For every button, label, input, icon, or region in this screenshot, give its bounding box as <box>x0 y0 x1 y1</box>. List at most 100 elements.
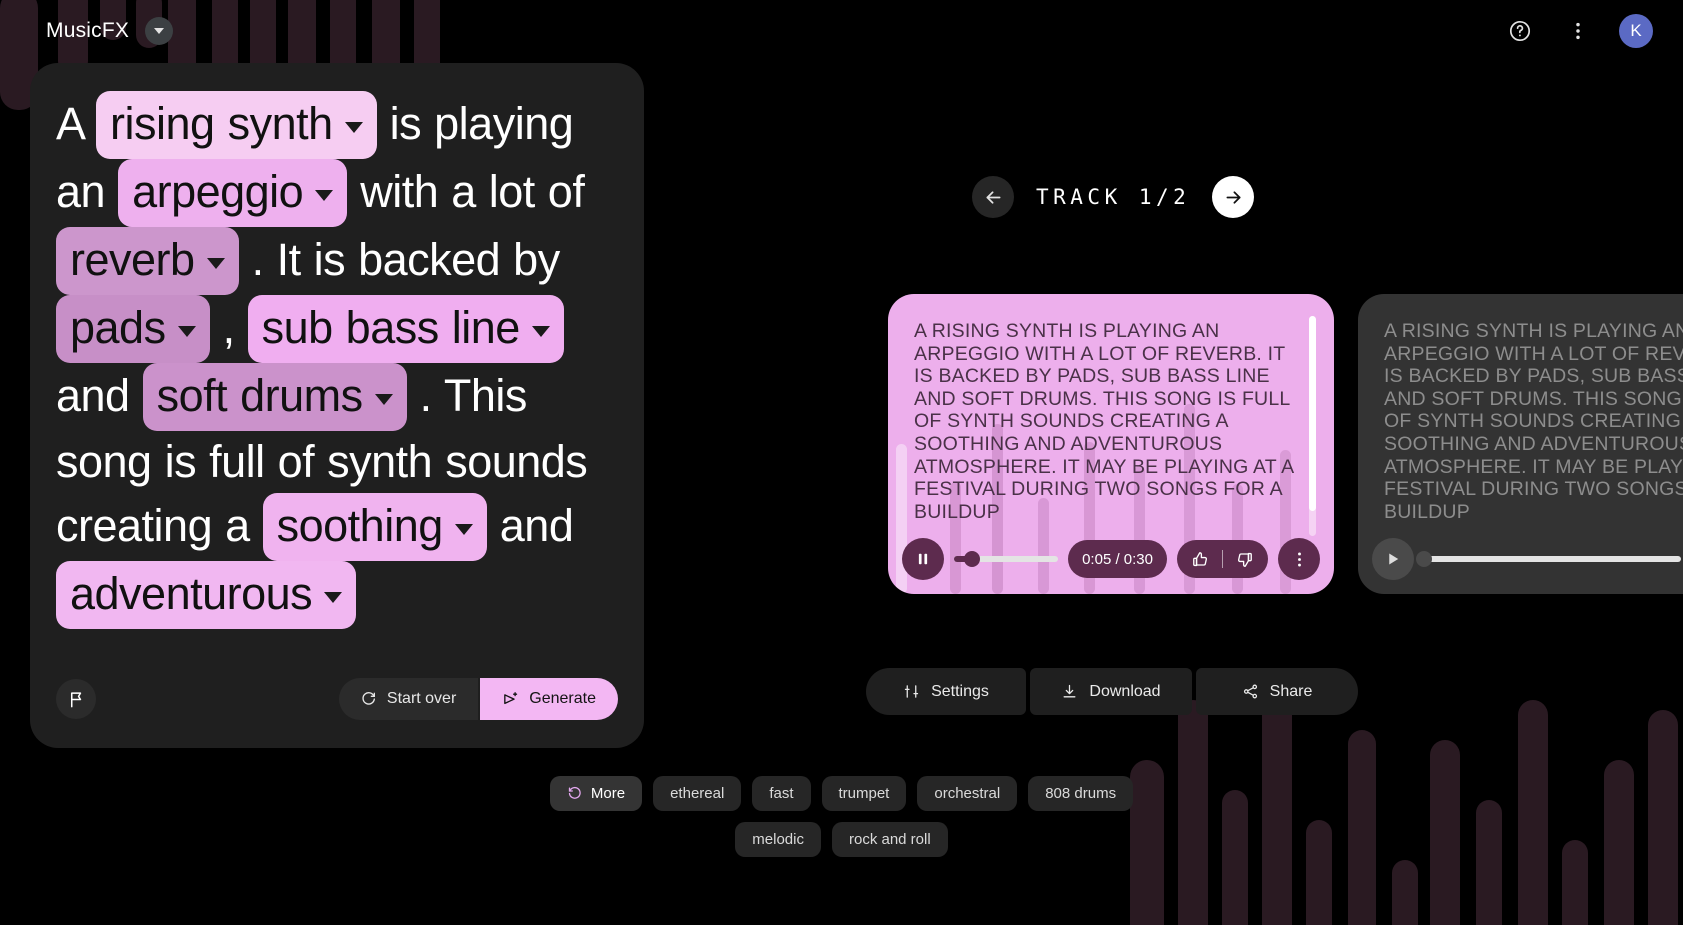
progress-rail <box>1416 551 1682 567</box>
chevron-down-icon <box>206 257 225 269</box>
flag-icon[interactable] <box>56 679 96 719</box>
audio-card-description: A RISING SYNTH IS PLAYING AN ARPEGGIO WI… <box>914 320 1294 523</box>
chip-label: melodic <box>752 831 804 848</box>
chevron-down-icon <box>315 189 334 201</box>
chip-trumpet[interactable]: trumpet <box>821 776 907 811</box>
prompt-pill-label: pads <box>70 302 166 353</box>
result-actions: Settings Download Share <box>866 668 1358 715</box>
more-vert-icon[interactable] <box>1278 538 1320 580</box>
tune-icon <box>903 683 920 700</box>
chip-label: fast <box>769 785 794 802</box>
time-display: 0:05 / 0:30 <box>1068 540 1167 578</box>
chip-ethereal[interactable]: ethereal <box>653 776 742 811</box>
chevron-down-icon <box>531 325 550 337</box>
audio-card-description: A RISING SYNTH IS PLAYING AN ARPEGGIO WI… <box>1384 320 1683 523</box>
pause-icon[interactable] <box>902 538 944 580</box>
prompt-pill-rising-synth[interactable]: rising synth <box>96 91 377 159</box>
audio-card-active[interactable]: A RISING SYNTH IS PLAYING AN ARPEGGIO WI… <box>888 294 1334 594</box>
play-icon[interactable] <box>1372 538 1414 580</box>
top-bar-actions: K <box>1503 14 1653 48</box>
prompt-actions: Start over Generate <box>56 678 618 720</box>
audio-card-next[interactable]: A RISING SYNTH IS PLAYING AN ARPEGGIO WI… <box>1358 294 1683 594</box>
prompt-buttons: Start over Generate <box>338 678 618 720</box>
card-scrollbar[interactable] <box>1309 316 1316 536</box>
chip-orchestral[interactable]: orchestral <box>917 776 1018 811</box>
prompt-pill-adventurous[interactable]: adventurous <box>56 561 357 629</box>
prompt-static-text: and <box>56 370 143 421</box>
chip-more[interactable]: More <box>549 776 643 811</box>
settings-button[interactable]: Settings <box>866 668 1026 715</box>
chip-fast[interactable]: fast <box>752 776 811 811</box>
share-icon <box>1242 683 1259 700</box>
prompt-pill-pads[interactable]: pads <box>56 295 210 363</box>
more-vert-icon[interactable] <box>1561 14 1595 48</box>
prompt-pill-label: reverb <box>70 234 195 285</box>
start-over-label: Start over <box>386 690 457 707</box>
prompt-pill-label: arpeggio <box>132 166 304 217</box>
audio-card-list: A RISING SYNTH IS PLAYING AN ARPEGGIO WI… <box>888 294 1683 594</box>
prompt-pill-soft-drums[interactable]: soft drums <box>142 363 407 431</box>
chevron-down-icon <box>177 325 196 337</box>
top-bar: MusicFX K <box>0 0 1683 62</box>
share-label: Share <box>1269 682 1313 700</box>
arrow-left-icon[interactable] <box>972 176 1014 218</box>
chevron-down-icon <box>344 121 363 133</box>
progress-knob[interactable] <box>963 551 980 567</box>
prompt-static-text: , <box>209 302 248 353</box>
prompt-scroll-area[interactable]: A rising synth is playing an arpeggio wi… <box>56 91 618 676</box>
generate-button[interactable]: Generate <box>480 678 618 720</box>
prompt-text: A rising synth is playing an arpeggio wi… <box>56 91 604 629</box>
chip-rock-and-roll[interactable]: rock and roll <box>831 822 948 857</box>
progress-slider[interactable] <box>954 538 1059 580</box>
visualizer-bar <box>1392 860 1418 925</box>
prompt-pill-label: soft drums <box>156 370 364 421</box>
generate-label: Generate <box>529 690 596 707</box>
card-scrollbar-thumb[interactable] <box>1309 316 1316 511</box>
chevron-down-icon <box>454 523 473 535</box>
start-over-button[interactable]: Start over <box>338 678 479 720</box>
chip-label: trumpet <box>838 785 890 802</box>
arrow-right-icon[interactable] <box>1212 176 1255 218</box>
avatar[interactable]: K <box>1619 14 1653 48</box>
download-button[interactable]: Download <box>1030 668 1192 715</box>
audio-player-controls: 0:00 / 0:30 <box>1372 538 1683 580</box>
chip-label: More <box>590 785 626 802</box>
chip-808-drums[interactable]: 808 drums <box>1028 776 1134 811</box>
refresh-icon <box>567 786 582 801</box>
prompt-static-text: with a lot of <box>347 166 585 217</box>
chevron-down-glyph <box>154 28 165 34</box>
track-counter-label: TRACK 1/2 <box>1036 185 1191 209</box>
prompt-pill-arpeggio[interactable]: arpeggio <box>118 159 348 227</box>
thumb-down-icon[interactable] <box>1235 550 1254 569</box>
refresh-icon <box>361 691 377 707</box>
rating-divider <box>1222 550 1223 568</box>
prompt-static-text: and <box>486 500 574 551</box>
progress-slider[interactable] <box>1416 538 1682 580</box>
app-title: MusicFX <box>46 19 130 42</box>
suggestion-chips: More ethereal fast trumpet orchestral 808 dru… <box>0 776 1683 868</box>
chip-row-primary: More ethereal fast trumpet orchestral 808 dru… <box>0 776 1683 811</box>
chip-label: orchestral <box>934 785 1001 802</box>
progress-knob[interactable] <box>1416 551 1432 567</box>
prompt-pill-label: rising synth <box>110 98 333 149</box>
prompt-pill-reverb[interactable]: reverb <box>56 227 239 295</box>
chip-row-secondary: melodic rock and roll <box>0 822 1683 857</box>
chevron-down-icon <box>374 393 393 405</box>
rating-group <box>1177 540 1268 578</box>
track-navigation: TRACK 1/2 <box>972 176 1255 218</box>
prompt-pill-sub-bass-line[interactable]: sub bass line <box>247 295 564 363</box>
prompt-static-text: . It is backed by <box>238 234 561 285</box>
prompt-pill-soothing[interactable]: soothing <box>262 493 487 561</box>
send-sparkle-icon <box>502 691 519 708</box>
chevron-down-icon[interactable] <box>145 17 174 45</box>
thumb-up-icon[interactable] <box>1191 550 1210 569</box>
help-circle-icon[interactable] <box>1503 14 1537 48</box>
chip-melodic[interactable]: melodic <box>735 822 821 857</box>
progress-rail <box>954 551 1059 567</box>
prompt-card: A rising synth is playing an arpeggio wi… <box>30 63 644 748</box>
share-button[interactable]: Share <box>1196 668 1358 715</box>
download-label: Download <box>1089 682 1161 700</box>
chip-label: ethereal <box>670 785 725 802</box>
prompt-pill-label: soothing <box>276 500 444 551</box>
chip-label: rock and roll <box>848 831 931 848</box>
